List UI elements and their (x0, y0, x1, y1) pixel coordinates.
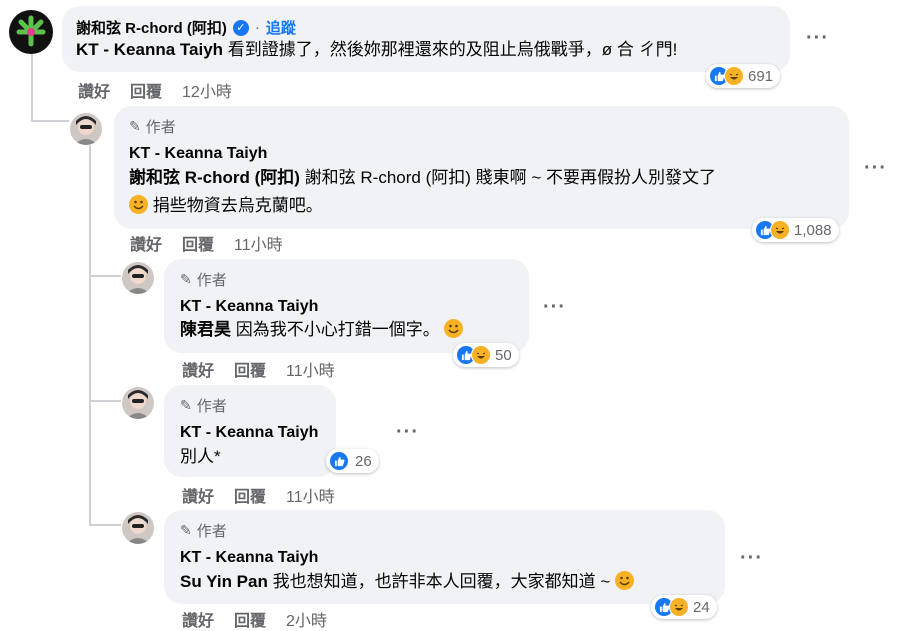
commenter-name[interactable]: KT - Keanna Taiyh (180, 298, 318, 316)
follow-link[interactable]: 追蹤 (266, 17, 296, 38)
pencil-icon: ✎ (180, 271, 192, 287)
author-tag: ✎ 作者 (180, 520, 227, 541)
thread-line (89, 145, 91, 525)
pencil-icon: ✎ (180, 522, 192, 538)
more-options-icon[interactable]: ··· (806, 27, 829, 50)
laughing-emoji-icon (129, 195, 148, 214)
crying-laughing-emoji-icon (444, 319, 464, 338)
comment-body: 因為我不小心打錯一個字。 (235, 320, 440, 339)
commenter-name[interactable]: 謝和弦 R-chord (阿扣) (76, 17, 227, 38)
avatar[interactable] (122, 512, 154, 544)
mention-link[interactable]: 陳君昊 (180, 320, 231, 339)
haha-reaction-icon (471, 345, 491, 365)
comment-text: Su Yin Pan 我也想知道，也許非本人回覆，大家都知道 ~ (180, 569, 634, 594)
reaction-count: 50 (495, 346, 512, 364)
like-button[interactable]: 讚好 (78, 78, 110, 102)
avatar[interactable] (70, 113, 102, 145)
comment-text: 謝和弦 R-chord (阿扣) 謝和弦 R-chord (阿扣) 賤東啊 ~ … (129, 165, 716, 190)
like-button[interactable]: 讚好 (182, 607, 214, 631)
haha-reaction-icon (724, 66, 744, 86)
reply-button[interactable]: 回覆 (234, 483, 266, 507)
comment-text: KT - Keanna Taiyh 看到證據了，然後妳那裡還來的及阻止烏俄戰爭，… (76, 37, 677, 62)
avatar[interactable] (122, 387, 154, 419)
reply-button[interactable]: 回覆 (182, 231, 214, 255)
thread-line (89, 524, 121, 526)
author-label: 作者 (145, 119, 176, 136)
mention-link[interactable]: Su Yin Pan (180, 572, 268, 591)
comment-body: 捐些物資去烏克蘭吧。 (152, 196, 323, 215)
reaction-summary[interactable]: 24 (651, 595, 717, 619)
more-options-icon[interactable]: ··· (864, 157, 887, 180)
thread-line (89, 275, 121, 277)
verified-badge-icon: ✓ (232, 19, 249, 36)
comment-actions: 讚好 回覆 12小時 (78, 78, 232, 102)
haha-reaction-icon (669, 597, 689, 617)
like-reaction-icon (329, 451, 349, 471)
reaction-count: 24 (693, 598, 710, 616)
comment-actions: 讚好 回覆 11小時 (182, 483, 335, 507)
smiling-emoji-icon (614, 571, 634, 590)
more-options-icon[interactable]: ··· (543, 296, 566, 319)
reaction-summary[interactable]: 50 (453, 343, 519, 367)
timestamp[interactable]: 11小時 (286, 483, 335, 507)
like-button[interactable]: 讚好 (130, 231, 162, 255)
commenter-name[interactable]: KT - Keanna Taiyh (180, 424, 318, 442)
comment-header: 謝和弦 R-chord (阿扣) ✓ · 追蹤 (76, 17, 296, 38)
avatar[interactable] (9, 10, 53, 54)
cannabis-leaf-icon (16, 15, 46, 47)
avatar[interactable] (122, 262, 154, 294)
haha-reaction-icon (770, 220, 790, 240)
mention-link[interactable]: 謝和弦 R-chord (阿扣) (129, 168, 300, 187)
comment-body: 我也想知道，也許非本人回覆，大家都知道 ~ (272, 572, 611, 591)
reaction-summary[interactable]: 691 (706, 64, 781, 88)
comment-body: 看到證據了，然後妳那裡還來的及阻止烏俄戰爭，ø 合 ㄔ門! (227, 40, 678, 59)
more-options-icon[interactable]: ··· (396, 421, 419, 444)
comment-actions: 讚好 回覆 11小時 (182, 357, 335, 381)
reaction-summary[interactable]: 1,088 (752, 218, 839, 242)
comment-body: 謝和弦 R-chord (阿扣) 賤東啊 ~ 不要再假扮人別發文了 (304, 168, 716, 187)
author-label: 作者 (196, 272, 227, 289)
comment-text: 陳君昊 因為我不小心打錯一個字。 (180, 317, 464, 342)
mention-link[interactable]: KT - Keanna Taiyh (76, 40, 223, 59)
thread-line (89, 400, 121, 402)
timestamp[interactable]: 12小時 (182, 78, 232, 102)
pencil-icon: ✎ (129, 118, 141, 134)
thread-line (31, 120, 69, 122)
timestamp[interactable]: 11小時 (286, 357, 335, 381)
pencil-icon: ✎ (180, 397, 192, 413)
commenter-name[interactable]: KT - Keanna Taiyh (129, 145, 267, 163)
more-options-icon[interactable]: ··· (740, 547, 763, 570)
commenter-name[interactable]: KT - Keanna Taiyh (180, 549, 318, 567)
like-button[interactable]: 讚好 (182, 483, 214, 507)
author-label: 作者 (196, 523, 227, 540)
comment-actions: 讚好 回覆 2小時 (182, 607, 327, 631)
reply-button[interactable]: 回覆 (234, 607, 266, 631)
comment-actions: 讚好 回覆 11小時 (130, 231, 283, 255)
comment-text: 別人* (180, 447, 221, 466)
reaction-count: 1,088 (794, 221, 832, 239)
comment-text-line2: 捐些物資去烏克蘭吧。 (129, 193, 323, 218)
thread-line (31, 52, 33, 122)
reaction-summary[interactable]: 26 (326, 449, 379, 473)
timestamp[interactable]: 2小時 (286, 607, 327, 631)
reply-button[interactable]: 回覆 (234, 357, 266, 381)
reaction-count: 26 (355, 452, 372, 470)
author-label: 作者 (196, 398, 227, 415)
reaction-count: 691 (748, 67, 774, 85)
timestamp[interactable]: 11小時 (234, 231, 283, 255)
reply-button[interactable]: 回覆 (130, 78, 162, 102)
like-button[interactable]: 讚好 (182, 357, 214, 381)
author-tag: ✎ 作者 (129, 116, 176, 137)
author-tag: ✎ 作者 (180, 269, 227, 290)
author-tag: ✎ 作者 (180, 395, 227, 416)
